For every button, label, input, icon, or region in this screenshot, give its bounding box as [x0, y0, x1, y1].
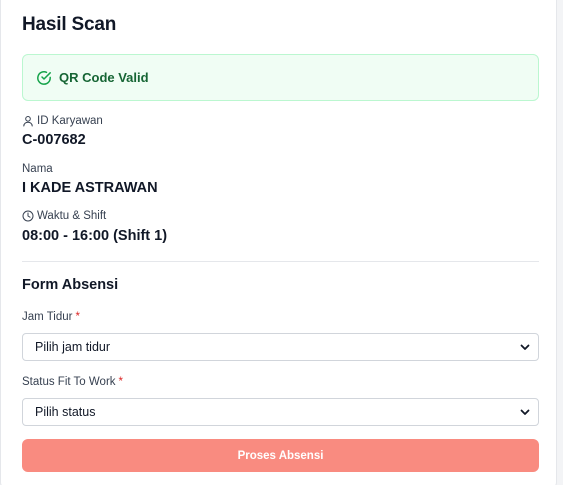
user-icon	[22, 115, 34, 127]
sleep-hours-select[interactable]: Pilih jam tidur	[22, 333, 539, 361]
shift-label: Waktu & Shift	[22, 210, 106, 222]
scan-result-card: Hasil Scan QR Code Valid ID Karyawan C-0…	[0, 0, 557, 485]
shift-value: 08:00 - 16:00 (Shift 1)	[22, 228, 168, 244]
clock-icon	[22, 210, 34, 222]
employee-name-value: I KADE ASTRAWAN	[22, 180, 158, 196]
required-mark: *	[75, 311, 80, 323]
fit-status-select-value: Pilih status	[35, 405, 96, 419]
chevron-down-icon	[520, 407, 530, 417]
sleep-field-label: Jam Tidur *	[22, 311, 80, 323]
employee-name-label-text: Nama	[22, 163, 53, 175]
fit-field-label-text: Status Fit To Work	[22, 376, 116, 388]
form-title: Form Absensi	[22, 277, 119, 293]
sleep-hours-select-value: Pilih jam tidur	[35, 340, 111, 354]
submit-attendance-button[interactable]: Proses Absensi	[22, 439, 539, 472]
employee-id-value: C-007682	[22, 132, 86, 148]
alert-text: QR Code Valid	[59, 70, 149, 85]
valid-alert: QR Code Valid	[22, 54, 539, 101]
page-title: Hasil Scan	[22, 14, 117, 35]
fit-status-select[interactable]: Pilih status	[22, 398, 539, 426]
employee-id-label-text: ID Karyawan	[37, 115, 103, 127]
employee-id-label: ID Karyawan	[22, 115, 103, 127]
chevron-down-icon	[520, 342, 530, 352]
fit-field-label: Status Fit To Work *	[22, 376, 123, 388]
check-circle-icon	[36, 70, 52, 86]
employee-name-label: Nama	[22, 163, 53, 175]
shift-label-text: Waktu & Shift	[37, 210, 107, 222]
divider	[22, 261, 539, 262]
required-mark: *	[118, 376, 124, 388]
sleep-field-label-text: Jam Tidur	[22, 311, 73, 323]
